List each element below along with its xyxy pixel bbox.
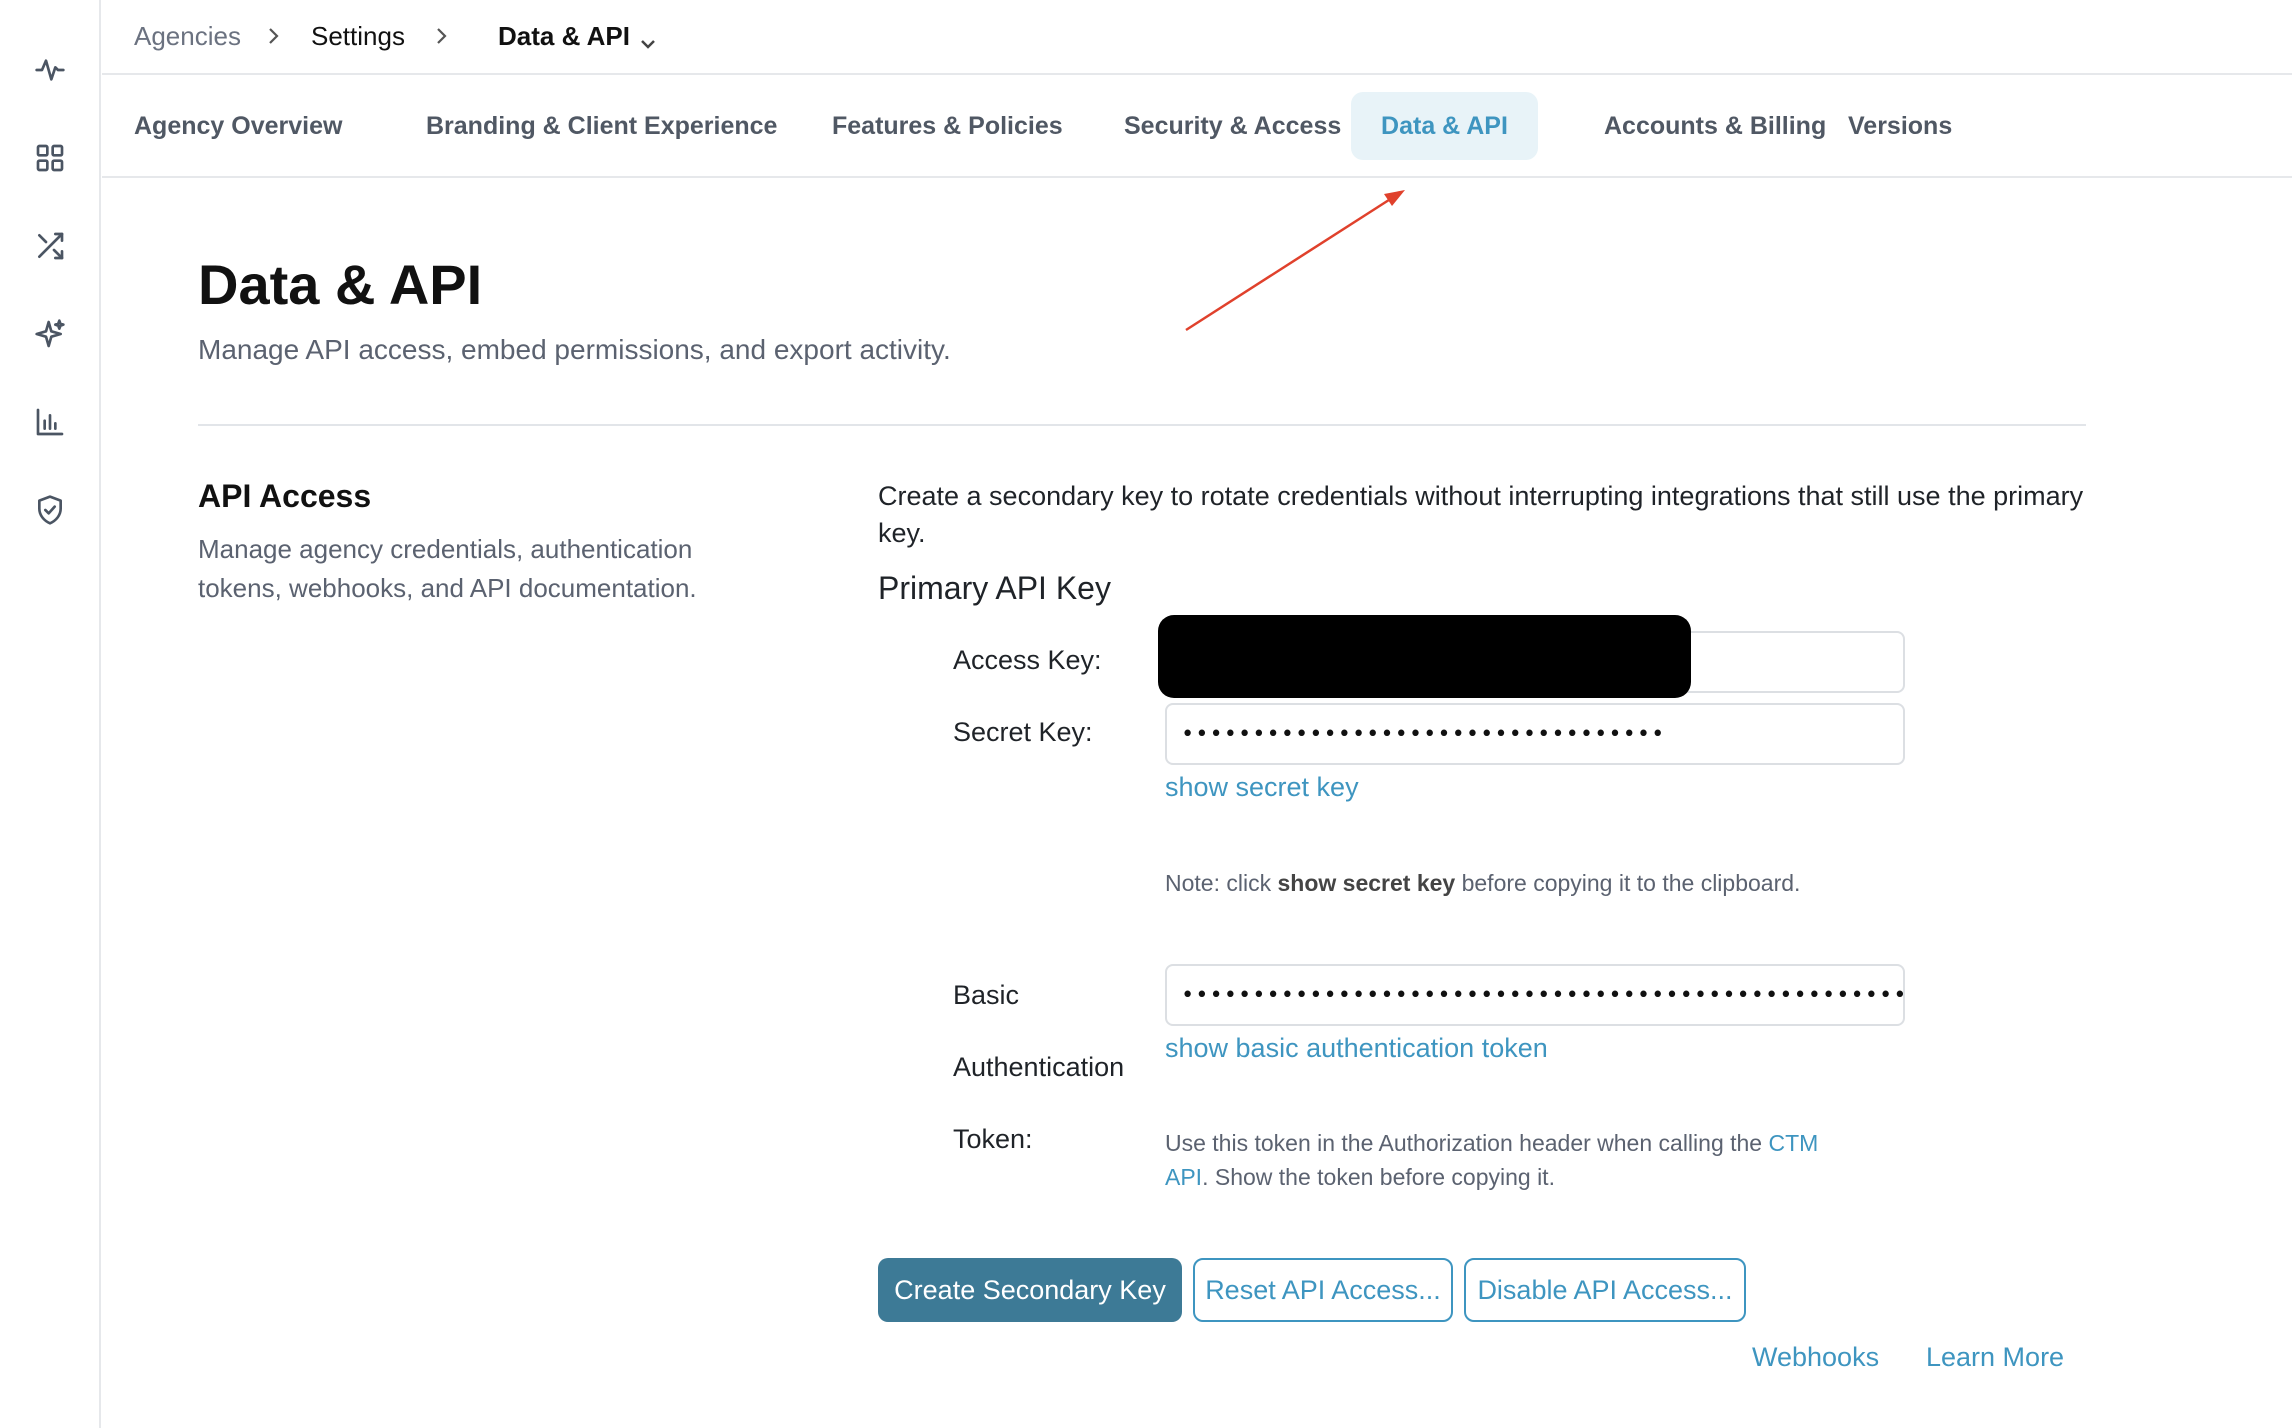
page-subtitle: Manage API access, embed permissions, an… bbox=[198, 334, 951, 365]
basic-auth-token-field[interactable]: ••••••••••••••••••••••••••••••••••••••••… bbox=[1165, 964, 1905, 1026]
ctm-link[interactable]: CTM bbox=[1769, 1130, 1819, 1156]
token-note: Use this token in the Authorization head… bbox=[1165, 1126, 1925, 1194]
learn-more-link[interactable]: Learn More bbox=[1926, 1342, 2064, 1373]
divider bbox=[198, 424, 2086, 426]
chevron-down-icon[interactable] bbox=[639, 26, 657, 62]
note-suffix: before copying it to the clipboard. bbox=[1455, 870, 1801, 896]
sparkle-icon[interactable] bbox=[30, 314, 70, 354]
basic-auth-label-2: Authentication bbox=[953, 1052, 1125, 1082]
breadcrumb-settings[interactable]: Settings bbox=[311, 18, 405, 54]
show-basic-auth-link[interactable]: show basic authentication token bbox=[1165, 1033, 1548, 1064]
tab-features-policies[interactable]: Features & Policies bbox=[800, 92, 1095, 160]
section-title: API Access bbox=[198, 478, 372, 514]
chevron-right-icon bbox=[432, 22, 452, 50]
section-description: Manage agency credentials, authenticatio… bbox=[198, 534, 697, 603]
tab-versions[interactable]: Versions bbox=[1816, 92, 1984, 160]
secret-key-field[interactable]: •••••••••••••••••••••••••••••••••• bbox=[1165, 703, 1905, 765]
chevron-right-icon bbox=[264, 22, 284, 50]
note-bold: show secret key bbox=[1277, 870, 1456, 896]
secret-key-label: Secret Key: bbox=[953, 717, 1093, 747]
token-note-suffix: . Show the token before copying it. bbox=[1202, 1164, 1555, 1190]
show-secret-key-link[interactable]: show secret key bbox=[1165, 772, 1359, 803]
api-intro: Create a secondary key to rotate credent… bbox=[878, 481, 2084, 548]
note-prefix: Note: click bbox=[1165, 870, 1278, 896]
tab-branding[interactable]: Branding & Client Experience bbox=[394, 92, 809, 160]
reset-api-access-button[interactable]: Reset API Access... bbox=[1193, 1258, 1453, 1322]
secret-key-note: Note: click show secret key before copyi… bbox=[1165, 866, 1800, 900]
breadcrumb: Agencies Settings Data & API bbox=[102, 0, 2292, 75]
api-link[interactable]: API bbox=[1165, 1164, 1202, 1190]
shuffle-icon[interactable] bbox=[30, 226, 70, 266]
create-secondary-key-button[interactable]: Create Secondary Key bbox=[878, 1258, 1182, 1322]
page-title: Data & API bbox=[198, 253, 483, 316]
redaction-box bbox=[1158, 615, 1691, 698]
shield-icon[interactable] bbox=[30, 490, 70, 530]
basic-auth-label-3: Token: bbox=[953, 1124, 1033, 1154]
left-nav-rail bbox=[0, 0, 101, 1428]
settings-tabs: Agency Overview Branding & Client Experi… bbox=[102, 76, 2292, 178]
breadcrumb-agencies[interactable]: Agencies bbox=[134, 18, 241, 54]
disable-api-access-button[interactable]: Disable API Access... bbox=[1464, 1258, 1746, 1322]
grid-icon[interactable] bbox=[30, 138, 70, 178]
basic-auth-label-1: Basic bbox=[953, 980, 1020, 1010]
breadcrumb-current[interactable]: Data & API bbox=[498, 18, 630, 54]
tab-agency-overview[interactable]: Agency Overview bbox=[102, 92, 374, 160]
webhooks-link[interactable]: Webhooks bbox=[1752, 1342, 1879, 1373]
tab-security-access[interactable]: Security & Access bbox=[1092, 92, 1373, 160]
primary-key-heading: Primary API Key bbox=[878, 570, 1111, 606]
access-key-label: Access Key: bbox=[953, 645, 1102, 675]
annotation-arrow bbox=[1185, 190, 1405, 332]
activity-icon[interactable] bbox=[30, 50, 70, 90]
token-note-prefix: Use this token in the Authorization head… bbox=[1165, 1130, 1769, 1156]
bar-chart-icon[interactable] bbox=[30, 402, 70, 442]
tab-data-api[interactable]: Data & API bbox=[1351, 92, 1538, 160]
